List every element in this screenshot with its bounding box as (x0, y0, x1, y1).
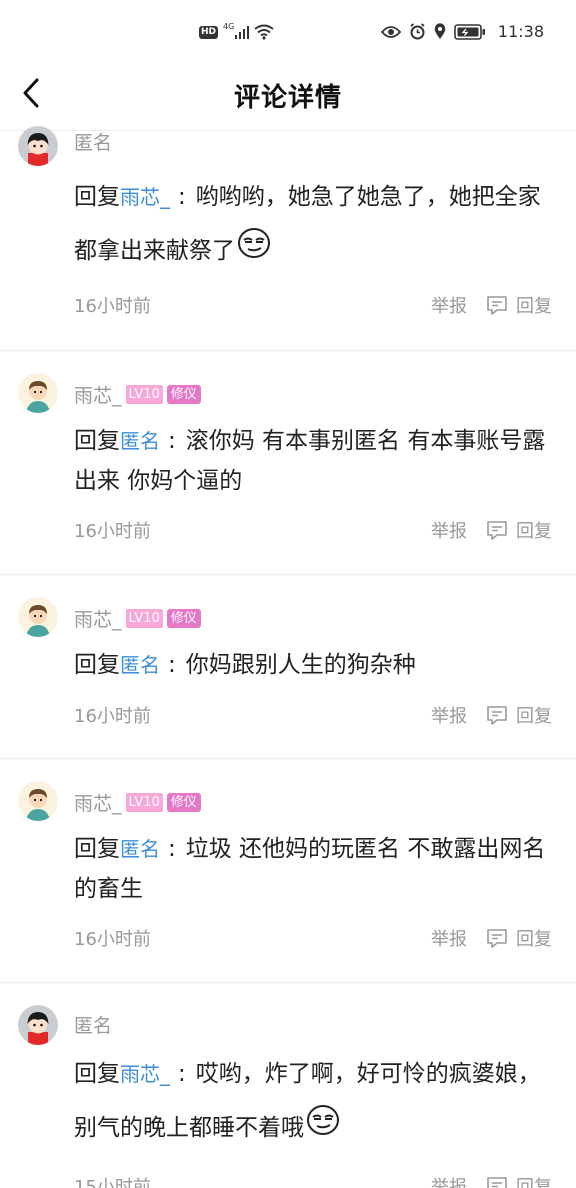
report-button[interactable]: 举报 (431, 517, 467, 543)
reply-button[interactable]: 回复 (485, 517, 552, 543)
level-badge: LV10 (125, 609, 163, 628)
level-badge: LV10 (125, 385, 163, 404)
reply-label: 回复 (516, 521, 552, 542)
reply-prefix: 回复 (74, 836, 120, 862)
avatar[interactable] (18, 597, 58, 637)
signal-icon (235, 25, 250, 39)
comment-bubble-icon (487, 296, 507, 315)
avatar-boy-image (26, 605, 50, 637)
reply-target-user[interactable]: 匿名 (120, 653, 160, 677)
reply-button[interactable]: 回复 (485, 292, 552, 318)
comment-time: 16小时前 (74, 706, 151, 727)
hd-badge: HD (199, 25, 219, 39)
reply-button[interactable]: 回复 (485, 925, 552, 951)
eye-icon (380, 25, 401, 38)
reply-target-user[interactable]: 雨芯_ (120, 185, 170, 209)
colon: : (178, 184, 186, 210)
colon: : (168, 652, 176, 678)
reply-prefix: 回复 (74, 428, 120, 454)
author-row: 雨芯_ LV10 修仪 (74, 789, 201, 816)
network-type: 4G (223, 21, 235, 31)
smirk-face-icon (306, 1102, 340, 1156)
comment-bubble-icon (487, 706, 507, 725)
title-badge: 修仪 (166, 385, 201, 404)
author-name[interactable]: 匿名 (74, 128, 112, 155)
status-time: 11:38 (497, 22, 544, 41)
reply-label: 回复 (516, 1177, 552, 1188)
report-button[interactable]: 举报 (431, 702, 467, 728)
comment-item: 雨芯_ LV10 修仪 回复匿名: 垃圾 还他妈的玩匿名 不敢露出网名的畜生 16… (0, 759, 576, 983)
comment-body: 回复匿名: 垃圾 还他妈的玩匿名 不敢露出网名的畜生 (74, 829, 554, 909)
avatar-girl-image (27, 1012, 49, 1045)
avatar-girl-image (27, 133, 49, 166)
author-name[interactable]: 匿名 (74, 1011, 112, 1038)
reply-prefix: 回复 (74, 652, 120, 678)
reply-target-user[interactable]: 雨芯_ (120, 1062, 170, 1086)
colon: : (178, 1061, 186, 1087)
comment-item: 雨芯_ LV10 修仪 回复匿名: 滚你妈 有本事别匿名 有本事账号露出来 你妈个… (0, 351, 576, 575)
report-button[interactable]: 举报 (431, 925, 467, 951)
level-badge: LV10 (125, 793, 163, 812)
author-row: 雨芯_ LV10 修仪 (74, 381, 201, 408)
comment-bubble-icon (487, 1177, 507, 1188)
author-row: 匿名 (74, 128, 112, 155)
comment-bubble-icon (487, 521, 507, 540)
colon: : (168, 428, 176, 454)
author-row: 雨芯_ LV10 修仪 (74, 605, 201, 632)
comment-item: 雨芯_ LV10 修仪 回复匿名: 你妈跟别人生的狗杂种 16小时前 举报 回复 (0, 575, 576, 759)
colon: : (168, 836, 176, 862)
reply-button[interactable]: 回复 (485, 702, 552, 728)
reply-label: 回复 (516, 296, 552, 317)
location-icon (434, 23, 446, 39)
title-badge: 修仪 (166, 793, 201, 812)
smirk-face-icon (237, 225, 271, 279)
reply-button[interactable]: 回复 (485, 1173, 552, 1188)
avatar[interactable] (18, 781, 58, 821)
wifi-icon (254, 24, 274, 40)
author-name[interactable]: 雨芯_ (74, 605, 122, 632)
comment-bubble-icon (487, 929, 507, 948)
reply-target-user[interactable]: 匿名 (120, 429, 160, 453)
author-row: 匿名 (74, 1011, 112, 1038)
report-button[interactable]: 举报 (431, 1173, 467, 1188)
status-bar: HD 4G 11:38 (0, 0, 576, 66)
comment-time: 16小时前 (74, 296, 151, 317)
comment-time: 16小时前 (74, 521, 151, 542)
reply-target-user[interactable]: 匿名 (120, 837, 160, 861)
avatar-boy-image (26, 381, 50, 413)
avatar-boy-image (26, 789, 50, 821)
status-left: HD 4G (199, 21, 274, 40)
comment-time: 16小时前 (74, 929, 151, 950)
comment-body: 回复匿名: 你妈跟别人生的狗杂种 (74, 645, 554, 685)
comment-item: 匿名 回复雨芯_: 哟哟哟，她急了她急了，她把全家都拿出来献祭了 16小时前 举报… (0, 126, 576, 351)
battery-icon (454, 23, 485, 40)
reply-prefix: 回复 (74, 184, 120, 210)
avatar[interactable] (18, 126, 58, 166)
reply-label: 回复 (516, 929, 552, 950)
author-name[interactable]: 雨芯_ (74, 381, 122, 408)
author-name[interactable]: 雨芯_ (74, 789, 122, 816)
reply-label: 回复 (516, 706, 552, 727)
top-nav-bar: 评论详情 (0, 66, 576, 131)
status-right: 11:38 (380, 22, 544, 41)
comment-body: 回复雨芯_: 哟哟哟，她急了她急了，她把全家都拿出来献祭了 (74, 170, 554, 279)
alarm-icon (410, 23, 425, 40)
comment-body: 回复匿名: 滚你妈 有本事别匿名 有本事账号露出来 你妈个逼的 (74, 421, 554, 501)
report-button[interactable]: 举报 (431, 292, 467, 318)
avatar[interactable] (18, 373, 58, 413)
avatar[interactable] (18, 1005, 58, 1045)
comment-time: 15小时前 (74, 1177, 151, 1188)
comment-item: 匿名 回复雨芯_: 哎哟，炸了啊，好可怜的疯婆娘，别气的晚上都睡不着哦 15小时前… (0, 983, 576, 1188)
page-title: 评论详情 (233, 83, 342, 113)
reply-prefix: 回复 (74, 1061, 120, 1087)
comment-body: 回复雨芯_: 哎哟，炸了啊，好可怜的疯婆娘，别气的晚上都睡不着哦 (74, 1047, 554, 1156)
comment-text: 你妈跟别人生的狗杂种 (185, 652, 416, 678)
title-badge: 修仪 (166, 609, 201, 628)
